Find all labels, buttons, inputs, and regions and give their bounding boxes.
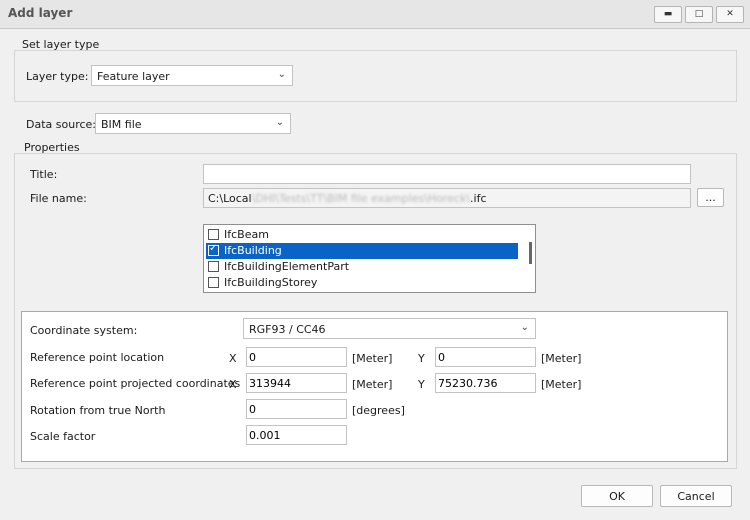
layer-type-combo[interactable]: Feature layer ⌄ bbox=[91, 65, 293, 86]
list-item-label: IfcBeam bbox=[224, 228, 269, 241]
scrollbar-thumb[interactable] bbox=[529, 242, 532, 264]
maximize-button[interactable]: □ bbox=[685, 6, 713, 23]
ref-loc-y-input[interactable] bbox=[435, 347, 536, 367]
coordinate-system-label: Coordinate system: bbox=[30, 324, 138, 337]
ref-loc-x-input[interactable] bbox=[246, 347, 347, 367]
ref-proj-label: Reference point projected coordinates bbox=[30, 377, 241, 390]
scale-label: Scale factor bbox=[30, 430, 96, 443]
ref-proj-x-input[interactable] bbox=[246, 373, 347, 393]
cancel-label: Cancel bbox=[677, 489, 715, 503]
ref-proj-y-input[interactable] bbox=[435, 373, 536, 393]
file-path-redacted: \DHI\Tests\TT\BIM file examples\Horeck\ bbox=[251, 192, 471, 205]
checkbox[interactable] bbox=[208, 229, 219, 240]
minimize-button[interactable]: ▬ bbox=[654, 6, 682, 23]
cancel-button[interactable]: Cancel bbox=[660, 485, 732, 507]
coordinate-system-combo[interactable]: RGF93 / CC46 ⌄ bbox=[243, 318, 536, 339]
rotation-label: Rotation from true North bbox=[30, 404, 166, 417]
chevron-down-icon: ⌄ bbox=[520, 322, 529, 333]
data-source-value: BIM file bbox=[101, 118, 142, 131]
ok-label: OK bbox=[609, 489, 625, 503]
ok-button[interactable]: OK bbox=[581, 485, 653, 507]
chevron-down-icon: ⌄ bbox=[275, 117, 284, 128]
file-name-field[interactable]: C:\Local\DHI\Tests\TT\BIM file examples\… bbox=[203, 188, 691, 208]
rotation-input[interactable] bbox=[246, 399, 347, 419]
file-path-suffix: .ifc bbox=[470, 192, 487, 205]
chevron-down-icon: ⌄ bbox=[277, 69, 286, 80]
ref-loc-y-label: Y bbox=[418, 352, 425, 365]
list-item[interactable]: IfcBuildingStorey bbox=[206, 275, 518, 291]
title-input[interactable] bbox=[203, 164, 691, 184]
checkbox[interactable] bbox=[208, 277, 219, 288]
close-button[interactable]: ✕ bbox=[716, 6, 744, 23]
check-icon: ✓ bbox=[209, 243, 218, 254]
maximize-icon: □ bbox=[694, 9, 704, 19]
scale-input[interactable] bbox=[246, 425, 347, 445]
rotation-unit: [degrees] bbox=[352, 404, 405, 417]
ref-proj-y-label: Y bbox=[418, 378, 425, 391]
ifc-class-list[interactable]: IfcBeam ✓ IfcBuilding IfcBuildingElement… bbox=[203, 224, 536, 293]
title-label: Title: bbox=[30, 168, 58, 181]
file-name-text: C:\Local\DHI\Tests\TT\BIM file examples\… bbox=[208, 192, 487, 205]
ref-proj-x-label: X bbox=[229, 378, 237, 391]
ref-loc-x-label: X bbox=[229, 352, 237, 365]
window-title: Add layer bbox=[8, 6, 73, 20]
layer-type-label: Layer type: bbox=[26, 70, 89, 83]
coordinate-system-value: RGF93 / CC46 bbox=[249, 323, 326, 336]
list-item[interactable]: ✓ IfcBuilding bbox=[206, 243, 518, 259]
list-item[interactable]: IfcBuildingElementPart bbox=[206, 259, 518, 275]
title-bar: Add layer ▬ □ ✕ bbox=[0, 0, 750, 29]
data-source-label: Data source: bbox=[26, 118, 96, 131]
file-name-label: File name: bbox=[30, 192, 87, 205]
list-item-label: IfcBuilding bbox=[224, 244, 282, 257]
ref-loc-y-unit: [Meter] bbox=[541, 352, 582, 365]
browse-label: ... bbox=[705, 191, 716, 204]
ref-proj-x-unit: [Meter] bbox=[352, 378, 393, 391]
list-item[interactable]: IfcBeam bbox=[206, 227, 518, 243]
ref-loc-x-unit: [Meter] bbox=[352, 352, 393, 365]
close-icon: ✕ bbox=[726, 9, 734, 19]
browse-button[interactable]: ... bbox=[697, 188, 724, 207]
list-item-label: IfcBuildingElementPart bbox=[224, 260, 350, 273]
layer-type-value: Feature layer bbox=[97, 70, 170, 83]
data-source-combo[interactable]: BIM file ⌄ bbox=[95, 113, 291, 134]
ref-proj-y-unit: [Meter] bbox=[541, 378, 582, 391]
ref-loc-label: Reference point location bbox=[30, 351, 165, 364]
layer-type-legend: Set layer type bbox=[22, 38, 100, 51]
properties-legend: Properties bbox=[24, 141, 80, 154]
checkbox[interactable]: ✓ bbox=[208, 243, 219, 256]
minimize-icon: ▬ bbox=[663, 9, 673, 19]
file-path-prefix: C:\Local bbox=[208, 192, 252, 205]
checkbox[interactable] bbox=[208, 261, 219, 272]
list-item-label: IfcBuildingStorey bbox=[224, 276, 318, 289]
